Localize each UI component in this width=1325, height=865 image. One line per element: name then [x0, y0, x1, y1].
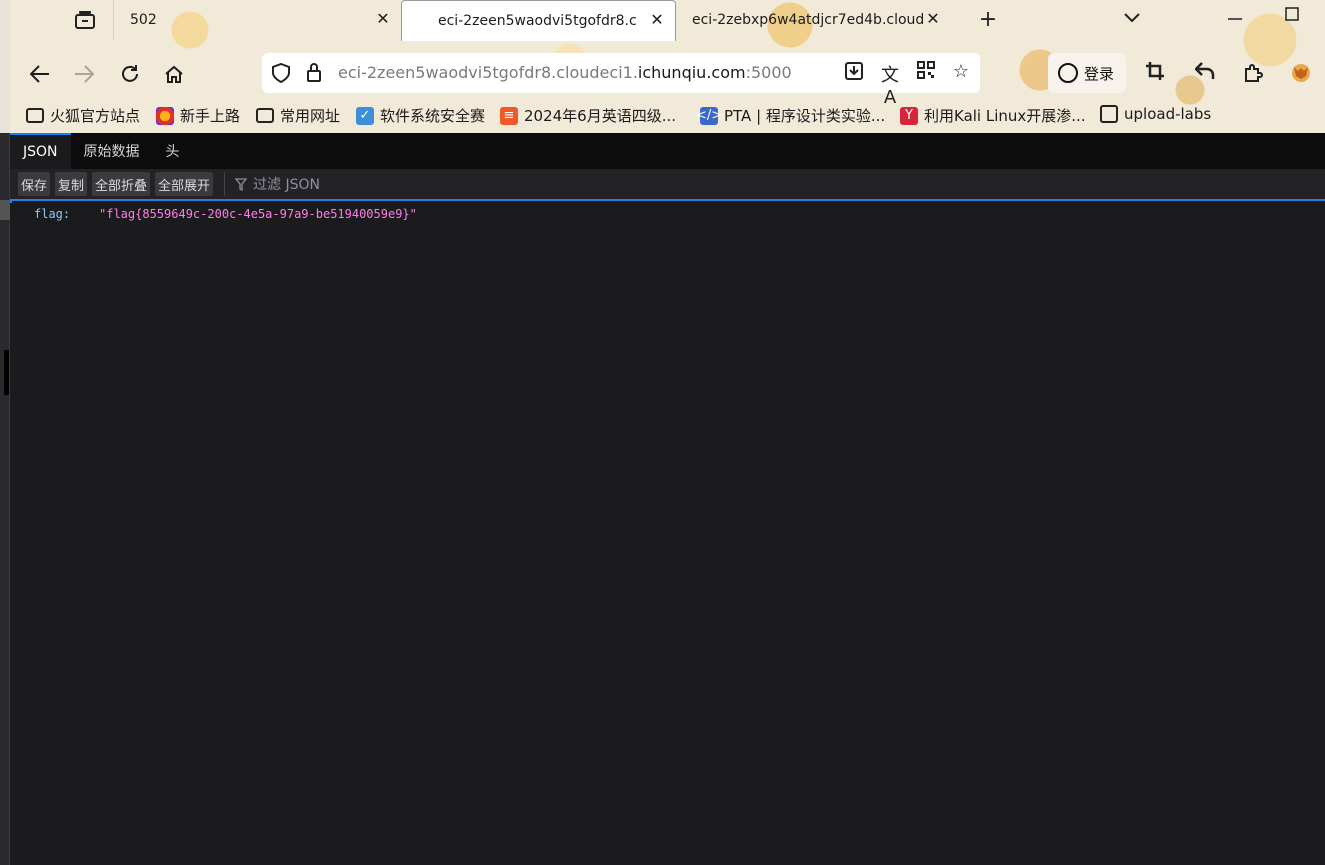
json-viewer: JSON 原始数据 头 保存 复制 全部折叠 全部展开 过滤 JSON flag… [10, 133, 1325, 865]
address-bar[interactable]: eci-2zeen5waodvi5tgofdr8.cloudeci1.ichun… [262, 53, 980, 108]
screenshot-crop-icon[interactable] [1142, 62, 1168, 85]
bookmark-security-contest[interactable]: ✓ 软件系统安全赛 [356, 105, 485, 126]
tracking-shield-icon[interactable] [272, 62, 290, 88]
shield-icon: ✓ [356, 106, 374, 125]
navigation-bar: eci-2zeen5waodvi5tgofdr8.cloudeci1.ichun… [10, 50, 1325, 108]
bookmark-label: 新手上路 [180, 107, 241, 125]
close-icon[interactable]: ✕ [923, 9, 943, 28]
viewer-tabs: JSON 原始数据 头 [10, 133, 1325, 169]
copy-button[interactable]: 复制 [55, 172, 88, 196]
plus-icon[interactable]: + [976, 7, 1000, 32]
background-window-marker [4, 350, 9, 395]
url-text[interactable]: eci-2zeen5waodvi5tgofdr8.cloudeci1.ichun… [338, 63, 792, 82]
tab-title: eci-2zeen5waodvi5tgofdr8.c [438, 13, 637, 29]
url-domain: ichunqiu.com [637, 63, 746, 82]
url-prefix: eci-2zeen5waodvi5tgofdr8.cloudeci1. [338, 63, 638, 82]
bookmark-label: PTA | 程序设计类实验... [724, 107, 886, 125]
reload-icon[interactable] [116, 60, 144, 88]
tab-json[interactable]: JSON [10, 133, 71, 169]
bookmark-cet4[interactable]: ≡ 2024年6月英语四级... [500, 105, 676, 126]
firefox-icon [156, 106, 174, 125]
tab-eci-2zebxp[interactable]: eci-2zebxp6w4atdjcr7ed4b.cloud ✕ [676, 0, 951, 40]
bookmark-label: 软件系统安全赛 [380, 107, 486, 125]
lock-icon[interactable] [306, 62, 322, 87]
filter-icon [235, 177, 248, 191]
url-port: :5000 [745, 63, 792, 82]
download-icon[interactable] [842, 61, 866, 86]
kali-icon: Y [900, 106, 918, 125]
account-icon [1058, 63, 1078, 83]
bookmark-label: 2024年6月英语四级... [524, 107, 677, 125]
qr-code-icon[interactable] [914, 61, 938, 84]
tab-raw-data[interactable]: 原始数据 [71, 133, 153, 169]
filter-placeholder: 过滤 JSON [253, 177, 321, 193]
tab-manager-icon[interactable] [72, 8, 98, 32]
home-icon[interactable] [160, 60, 188, 88]
save-button[interactable]: 保存 [18, 172, 51, 196]
close-icon[interactable]: ✕ [647, 10, 667, 29]
bookmark-label: upload-labs [1124, 105, 1212, 123]
background-window-chrome [0, 0, 10, 133]
bookmark-label: 火狐官方站点 [50, 107, 141, 125]
undo-icon[interactable] [1192, 62, 1218, 85]
browser-chrome: 502 ✕ eci-2zeen5waodvi5tgofdr8.c ✕ eci-2… [10, 0, 1325, 133]
pta-icon: </> [695, 106, 723, 125]
collapse-all-button[interactable]: 全部折叠 [92, 172, 151, 196]
bookmark-kali[interactable]: Y 利用Kali Linux开展渗... [900, 105, 1086, 126]
login-label: 登录 [1084, 64, 1115, 83]
document-icon: ≡ [500, 106, 518, 125]
login-button[interactable]: 登录 [1048, 53, 1126, 93]
extension-fox-icon[interactable] [1288, 62, 1314, 89]
extensions-puzzle-icon[interactable] [1240, 62, 1266, 87]
minimize-icon[interactable] [1225, 6, 1245, 25]
bookmarks-toolbar: 火狐官方站点 新手上路 常用网址 ✓ 软件系统安全赛 ≡ 2024年6月英语四级… [10, 100, 1325, 132]
filter-json-input[interactable]: 过滤 JSON [224, 172, 320, 196]
close-icon[interactable]: ✕ [373, 9, 393, 28]
bookmark-pta[interactable]: </> PTA | 程序设计类实验... [695, 105, 886, 126]
globe-icon [1100, 105, 1118, 123]
folder-icon [256, 108, 274, 123]
star-icon[interactable]: ☆ [949, 61, 973, 82]
bookmark-upload-labs[interactable]: upload-labs [1100, 105, 1211, 123]
background-window-edge [0, 0, 10, 865]
bookmark-common-sites[interactable]: 常用网址 [256, 105, 340, 126]
bookmark-getting-started[interactable]: 新手上路 [156, 105, 240, 126]
json-tree: flag: "flag{8559649c-200c-4e5a-97a9-be51… [10, 203, 1325, 865]
tab-title: 502 [130, 12, 157, 28]
tab-bar: 502 ✕ eci-2zeen5waodvi5tgofdr8.c ✕ eci-2… [10, 0, 1325, 41]
bookmark-huohu-official[interactable]: 火狐官方站点 [26, 105, 140, 126]
tab-502[interactable]: 502 ✕ [113, 0, 401, 40]
bookmark-label: 常用网址 [280, 107, 341, 125]
forward-arrow-icon[interactable] [70, 60, 98, 88]
tab-title: eci-2zebxp6w4atdjcr7ed4b.cloud [692, 12, 925, 28]
viewer-toolbar: 保存 复制 全部折叠 全部展开 过滤 JSON [10, 169, 1325, 201]
json-row[interactable]: flag: "flag{8559649c-200c-4e5a-97a9-be51… [34, 207, 417, 221]
chevron-down-icon[interactable] [1120, 8, 1144, 27]
json-value: "flag{8559649c-200c-4e5a-97a9-be51940059… [99, 207, 417, 221]
expand-all-button[interactable]: 全部展开 [155, 172, 214, 196]
back-arrow-icon[interactable] [26, 60, 54, 88]
maximize-icon[interactable] [1282, 6, 1302, 25]
tab-headers[interactable]: 头 [153, 133, 193, 169]
folder-icon [26, 108, 44, 123]
tab-active[interactable]: eci-2zeen5waodvi5tgofdr8.c ✕ [401, 0, 676, 41]
background-window-scrollbar [0, 200, 10, 220]
json-key: flag: [34, 207, 71, 221]
bookmark-label: 利用Kali Linux开展渗... [924, 107, 1086, 125]
